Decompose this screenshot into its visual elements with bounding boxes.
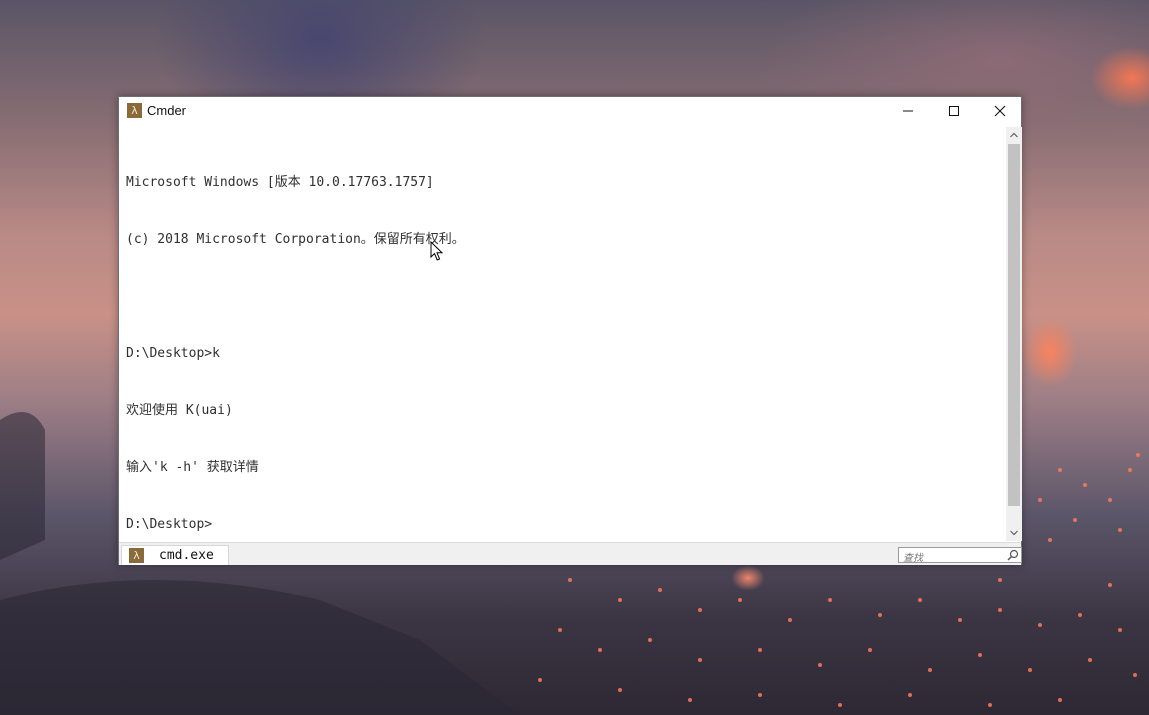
console-output[interactable]: Microsoft Windows [版本 10.0.17763.1757] (… bbox=[126, 135, 996, 535]
status-bar: λ cmd.exe 查找 bbox=[119, 542, 1022, 565]
lambda-app-icon: λ bbox=[127, 103, 142, 118]
chevron-down-icon bbox=[1010, 530, 1018, 536]
scroll-down-button[interactable] bbox=[1006, 525, 1022, 541]
scroll-up-button[interactable] bbox=[1006, 127, 1022, 143]
minimize-icon bbox=[903, 110, 913, 112]
console-line: 输入'k -h' 获取详情 bbox=[126, 460, 259, 475]
minimize-button[interactable] bbox=[885, 97, 931, 125]
close-button[interactable] bbox=[977, 97, 1023, 125]
cmder-window: λ Cmder Microsoft Windows [版本 10.0.17763… bbox=[118, 96, 1022, 565]
mouse-pointer-icon bbox=[430, 241, 444, 261]
tab-cmd[interactable]: λ cmd.exe bbox=[121, 545, 229, 565]
vertical-scrollbar[interactable] bbox=[1006, 127, 1022, 541]
scrollbar-thumb[interactable] bbox=[1008, 144, 1020, 506]
close-icon bbox=[994, 105, 1006, 117]
chevron-up-icon bbox=[1010, 132, 1018, 138]
search-input[interactable]: 查找 bbox=[898, 547, 1022, 564]
console-line: Microsoft Windows [版本 10.0.17763.1757] bbox=[126, 175, 434, 190]
console-line: D:\Desktop>k bbox=[126, 346, 220, 361]
maximize-button[interactable] bbox=[931, 97, 977, 125]
console-prompt-line[interactable]: D:\Desktop> bbox=[126, 515, 996, 534]
window-title: Cmder bbox=[147, 103, 187, 118]
title-bar[interactable]: λ Cmder bbox=[119, 97, 1021, 125]
search-icon[interactable] bbox=[1007, 549, 1019, 561]
console-line: (c) 2018 Microsoft Corporation。保留所有权利。 bbox=[126, 232, 465, 247]
search-placeholder: 查找 bbox=[903, 553, 923, 564]
console-line: 欢迎使用 K(uai) bbox=[126, 403, 233, 418]
maximize-icon bbox=[949, 106, 959, 116]
lambda-tab-icon: λ bbox=[129, 548, 144, 563]
tab-label: cmd.exe bbox=[159, 548, 214, 563]
